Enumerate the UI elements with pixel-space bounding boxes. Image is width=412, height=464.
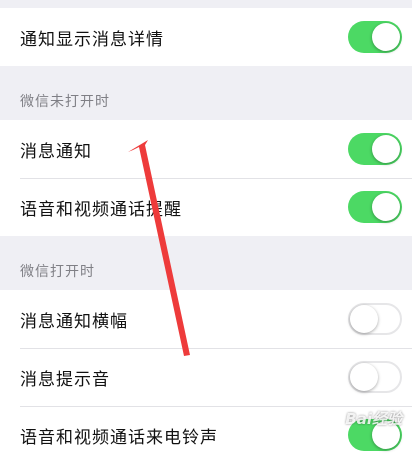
row-message-notification[interactable]: 消息通知 [0,120,412,178]
row-label: 通知显示消息详情 [20,29,164,50]
section-header-wechat-closed: 微信未打开时 [20,94,110,110]
row-call-ringtone[interactable]: 语音和视频通话来电铃声 [0,406,412,464]
toggle-message-notification[interactable] [348,133,402,165]
toggle-call-reminder[interactable] [348,191,402,223]
toggle-knob [372,135,400,163]
row-label: 消息通知横幅 [20,311,128,332]
row-notification-banner[interactable]: 消息通知横幅 [0,290,412,348]
toggle-knob [350,305,378,333]
row-label: 语音和视频通话来电铃声 [20,427,218,448]
toggle-knob [372,421,400,449]
row-label: 语音和视频通话提醒 [20,199,182,220]
settings-group-wechat-open: 消息通知横幅 消息提示音 语音和视频通话来电铃声 [0,290,412,464]
toggle-knob [372,23,400,51]
section-header-wechat-open: 微信打开时 [20,264,95,280]
top-strip [0,0,412,8]
toggle-notification-banner[interactable] [348,303,402,335]
row-label: 消息提示音 [20,369,110,390]
toggle-message-sound[interactable] [348,361,402,393]
toggle-knob [372,193,400,221]
toggle-show-message-details[interactable] [348,21,402,53]
row-message-sound[interactable]: 消息提示音 [0,348,412,406]
settings-group-wechat-closed: 消息通知 语音和视频通话提醒 [0,120,412,236]
row-label: 消息通知 [20,141,92,162]
toggle-call-ringtone[interactable] [348,419,402,451]
settings-group-general: 通知显示消息详情 [0,8,412,66]
toggle-knob [350,363,378,391]
row-call-reminder[interactable]: 语音和视频通话提醒 [0,178,412,236]
row-show-message-details[interactable]: 通知显示消息详情 [0,8,412,66]
